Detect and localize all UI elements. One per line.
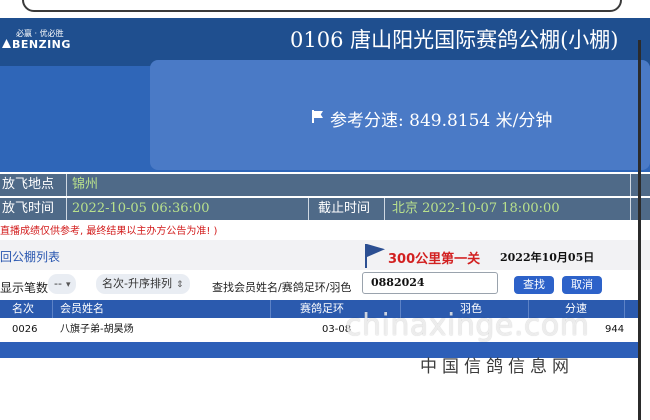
release-time-row: 放飞时间 2022-10-05 06:36:00 截止时间 北京 2022-10… bbox=[0, 198, 650, 220]
release-time-value: 2022-10-05 06:36:00 bbox=[72, 201, 210, 216]
column-rank[interactable]: 名次 bbox=[12, 300, 34, 318]
race-title: 300公里第一关 bbox=[388, 252, 481, 267]
release-location-value: 锦州 bbox=[72, 177, 99, 192]
deadline-value: 北京 2022-10-07 18:00:00 bbox=[392, 201, 560, 216]
back-to-list-link[interactable]: 回公棚列表 bbox=[0, 248, 60, 265]
vertical-divider bbox=[638, 40, 641, 420]
page-title: 0106 唐山阳光国际赛鸽公棚(小棚) bbox=[290, 28, 619, 52]
row-rank: 0026 bbox=[12, 324, 38, 335]
sort-value: 名次-升序排列 bbox=[102, 277, 172, 290]
column-member-name[interactable]: 会员姓名 bbox=[60, 300, 104, 318]
display-count-label: 显示笔数 bbox=[0, 281, 49, 295]
release-location-row: 放飞地点 锦州 bbox=[0, 174, 650, 196]
chevron-down-icon: ▾ bbox=[65, 280, 71, 290]
display-count-select[interactable]: -- ▾ bbox=[48, 274, 77, 294]
race-flag-icon bbox=[362, 242, 386, 268]
search-button[interactable]: 查找 bbox=[514, 276, 554, 294]
release-time-label: 放飞时间 bbox=[2, 201, 55, 216]
logo-brand: BENZING bbox=[12, 38, 71, 51]
notice-text: 直播成绩仅供参考, 最终结果以主办方公告为准! ) bbox=[0, 226, 218, 237]
search-label: 查找会员姓名/赛鸽足环/羽色 bbox=[212, 281, 352, 294]
sort-select[interactable]: 名次-升序排列 ⇕ bbox=[96, 274, 190, 294]
column-ring[interactable]: 赛鸽足环 bbox=[300, 300, 344, 318]
search-input[interactable]: 0882024 bbox=[362, 272, 498, 294]
reference-speed: 参考分速: 849.8154 米/分钟 bbox=[330, 111, 553, 131]
row-speed: 944 bbox=[605, 324, 625, 335]
release-location-label: 放飞地点 bbox=[2, 177, 55, 192]
top-frame bbox=[22, 0, 622, 12]
row-member-name: 八旗子弟-胡昊炀 bbox=[60, 324, 134, 335]
chevron-updown-icon: ⇕ bbox=[175, 280, 184, 290]
watermark-domain: chinaxinge.com bbox=[345, 308, 590, 343]
cancel-button[interactable]: 取消 bbox=[562, 276, 602, 294]
deadline-label: 截止时间 bbox=[318, 201, 371, 216]
race-date: 2022年10月05日 bbox=[500, 251, 595, 264]
flag-icon bbox=[312, 110, 324, 123]
display-count-value: -- bbox=[54, 277, 62, 290]
watermark-site-name: 中国信鸽信息网 bbox=[420, 357, 574, 377]
